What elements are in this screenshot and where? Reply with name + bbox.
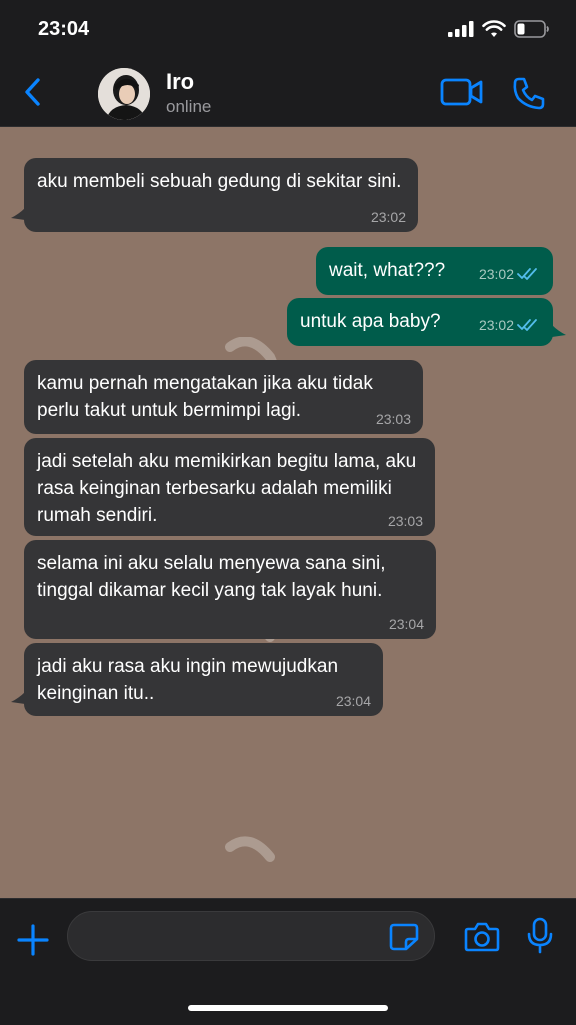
battery-icon	[514, 20, 549, 38]
status-time: 23:04	[38, 18, 90, 40]
video-camera-icon	[440, 78, 483, 106]
message-time: 23:03	[375, 411, 411, 427]
message-time: 23:02	[370, 209, 406, 225]
sticker-button[interactable]	[389, 923, 419, 951]
voice-call-button[interactable]	[512, 76, 546, 110]
sticker-icon	[389, 923, 419, 951]
double-check-icon	[517, 268, 537, 280]
attach-button[interactable]	[16, 923, 50, 957]
message-bubble-incoming[interactable]: selama ini aku selalu menyewa sana sini,…	[24, 540, 436, 639]
input-bar	[0, 898, 576, 1025]
phone-icon	[513, 77, 545, 110]
voice-message-button[interactable]	[526, 917, 554, 955]
double-check-icon	[517, 319, 537, 331]
message-time: 23:02	[479, 317, 541, 333]
back-button[interactable]	[18, 74, 48, 110]
chat-area[interactable]: aku membeli sebuah gedung di sekitar sin…	[0, 127, 576, 898]
message-bubble-outgoing[interactable]: wait, what??? 23:02	[316, 247, 553, 295]
message-time: 23:02	[479, 266, 541, 282]
bubble-tail	[11, 208, 25, 220]
message-bubble-incoming[interactable]: aku membeli sebuah gedung di sekitar sin…	[24, 158, 418, 232]
message-bubble-incoming[interactable]: jadi setelah aku memikirkan begitu lama,…	[24, 438, 435, 536]
status-bar: 23:04	[0, 0, 576, 58]
message-input[interactable]	[67, 911, 435, 961]
status-icons	[448, 20, 550, 38]
bubble-tail	[11, 692, 25, 704]
message-time: 23:04	[388, 616, 424, 632]
message-text: jadi aku rasa aku ingin mewujudkan keing…	[37, 656, 339, 704]
chevron-left-icon	[25, 78, 40, 106]
message-text: jadi setelah aku memikirkan begitu lama,…	[37, 451, 417, 526]
wifi-icon	[482, 20, 506, 37]
chat-header: Iro online	[0, 58, 576, 127]
message-bubble-incoming[interactable]: kamu pernah mengatakan jika aku tidak pe…	[24, 360, 423, 434]
bubble-tail	[552, 325, 566, 337]
signal-icon	[448, 21, 474, 37]
message-bubble-incoming[interactable]: jadi aku rasa aku ingin mewujudkan keing…	[24, 643, 383, 716]
message-text: selama ini aku selalu menyewa sana sini,…	[37, 553, 386, 601]
message-time: 23:04	[335, 693, 371, 709]
message-time: 23:03	[387, 513, 423, 529]
home-indicator[interactable]	[188, 1005, 388, 1011]
video-call-button[interactable]	[440, 76, 484, 108]
message-text: aku membeli sebuah gedung di sekitar sin…	[37, 171, 402, 192]
message-text: kamu pernah mengatakan jika aku tidak pe…	[37, 373, 373, 421]
message-bubble-outgoing[interactable]: untuk apa baby? 23:02	[287, 298, 553, 346]
camera-icon	[464, 922, 500, 952]
camera-button[interactable]	[464, 921, 500, 953]
microphone-icon	[527, 917, 553, 954]
contact-name[interactable]: Iro	[166, 69, 194, 95]
plus-icon	[17, 924, 49, 956]
avatar[interactable]	[98, 68, 150, 120]
contact-status: online	[166, 97, 212, 116]
